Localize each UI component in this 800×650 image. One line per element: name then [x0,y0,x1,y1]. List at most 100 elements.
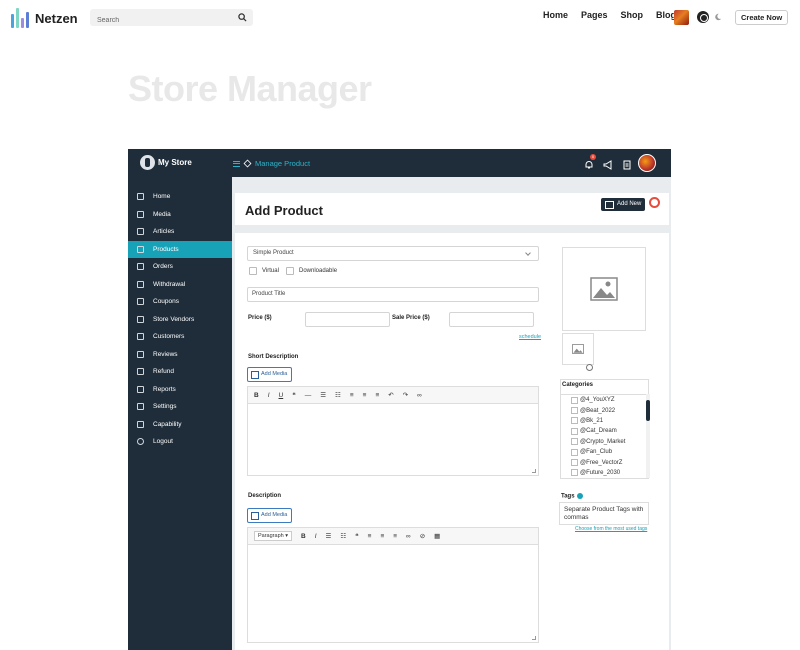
resize-handle[interactable] [532,636,536,640]
nav-pages[interactable]: Pages [581,10,608,20]
quote-icon[interactable]: ❝ [292,391,296,399]
featured-image-placeholder[interactable] [562,247,646,331]
short-description-editor[interactable]: B I U ❝ — ☰ ☷ ≡ ≡ ≡ ↶ ↷ ∞ [247,386,539,476]
bold-icon[interactable]: B [301,533,306,540]
list-item[interactable]: @Cat_Dream [561,426,646,436]
italic-icon[interactable]: I [315,533,317,540]
add-media-button-2[interactable]: Add Media [247,508,293,523]
sidebar-item-capability[interactable]: Capability [128,416,232,434]
horizontal-rule-icon[interactable]: — [305,392,312,399]
schedule-link[interactable]: schedule [519,334,541,340]
monitor-icon [137,193,144,201]
bullet-list-icon[interactable]: ☰ [326,532,332,540]
underline-icon[interactable]: U [279,392,284,399]
help-icon[interactable] [576,493,583,499]
add-new-button[interactable]: Add New [601,198,646,211]
category-label: @4_YouXYZ [580,397,615,404]
megaphone-icon[interactable] [603,157,613,170]
checkbox-box[interactable] [571,448,578,456]
sidebar-item-reports[interactable]: Reports [128,381,232,399]
link-icon[interactable]: ∞ [417,392,422,399]
search-icon[interactable] [238,13,247,22]
paragraph-select[interactable]: Paragraph ▾ [254,531,292,541]
checkbox-box[interactable] [249,267,257,275]
sale-price-input[interactable] [449,312,534,327]
resize-handle[interactable] [532,469,536,473]
checkbox-box[interactable] [571,417,578,425]
bullet-list-icon[interactable]: ☰ [320,391,326,399]
breadcrumb[interactable]: Manage Product [233,159,310,168]
sidebar-item-products[interactable]: Products [128,240,232,258]
list-item[interactable]: @Future_2030 [561,468,646,478]
sidebar-item-store-vendors[interactable]: Store Vendors [128,311,232,329]
unlink-icon[interactable]: ⊘ [420,532,425,540]
align-center-icon[interactable]: ≡ [363,392,367,399]
gallery-image-placeholder[interactable] [562,333,594,365]
align-left-icon[interactable]: ≡ [368,533,372,540]
sidebar-item-refund[interactable]: Refund [128,363,232,381]
description-editor[interactable]: Paragraph ▾ B I ☰ ☷ ❝ ≡ ≡ ≡ ∞ ⊘ ▦ [247,527,539,643]
numbered-list-icon[interactable]: ☷ [340,532,346,540]
sidebar-item-articles[interactable]: Articles [128,223,232,241]
italic-icon[interactable]: I [268,392,270,399]
most-used-tags-link[interactable]: Choose from the most used tags [575,526,647,532]
sidebar-item-settings[interactable]: Settings [128,398,232,416]
sidebar-item-logout[interactable]: Logout [128,433,232,451]
checkbox-box[interactable] [571,407,578,415]
nav-shop[interactable]: Shop [621,10,644,20]
bell-icon[interactable]: 0 [584,154,596,169]
checkbox-box[interactable] [571,438,578,446]
create-now-button[interactable]: Create Now [735,10,789,25]
search-input[interactable] [90,12,230,29]
product-title-input[interactable]: Product Title [247,287,539,302]
list-item[interactable]: @4_YouXYZ [561,395,646,405]
add-media-button[interactable]: Add Media [247,367,293,382]
user-avatar[interactable] [674,10,689,25]
checkbox-box[interactable] [571,427,578,435]
categories-scrollbar[interactable] [646,394,650,478]
product-type-select[interactable]: Simple Product [247,246,539,261]
app-topbar: My Store Manage Product 0 [128,149,671,177]
quote-icon[interactable]: ❝ [355,532,359,540]
link-icon[interactable]: ∞ [406,533,411,540]
virtual-checkbox[interactable]: Virtual [249,267,279,275]
sidebar-item-media[interactable]: Media [128,206,232,224]
undo-icon[interactable]: ↶ [388,391,393,399]
redo-icon[interactable]: ↷ [403,391,408,399]
align-center-icon[interactable]: ≡ [380,533,384,540]
nav-home[interactable]: Home [543,10,568,20]
checkbox-box[interactable] [571,396,578,404]
sidebar-item-coupons[interactable]: Coupons [128,293,232,311]
list-item[interactable]: @Fan_Club [561,447,646,457]
vendor-avatar[interactable] [638,154,656,172]
numbered-list-icon[interactable]: ☷ [335,391,341,399]
list-item[interactable]: @Crypto_Market [561,437,646,447]
checkbox-box[interactable] [571,459,578,467]
list-item[interactable]: @Free_VectorZ [561,457,646,467]
align-left-icon[interactable]: ≡ [350,392,354,399]
price-input[interactable] [305,312,390,327]
sidebar-item-orders[interactable]: Orders [128,258,232,276]
align-right-icon[interactable]: ≡ [393,533,397,540]
checkbox-box[interactable] [286,267,294,275]
wordpress-icon[interactable] [649,197,660,208]
theme-toggle[interactable] [697,11,722,23]
align-right-icon[interactable]: ≡ [375,392,379,399]
checkbox-box[interactable] [571,469,578,477]
bold-icon[interactable]: B [254,392,259,399]
sidebar-item-reviews[interactable]: Reviews [128,346,232,364]
list-item[interactable]: @Bk_21 [561,416,646,426]
add-gallery-icon[interactable] [586,364,593,371]
clipboard-icon[interactable] [622,157,632,170]
downloadable-checkbox[interactable]: Downloadable [286,267,337,275]
category-label: @Future_2030 [580,469,621,476]
logo[interactable]: Netzen [11,8,78,28]
sidebar-item-withdrawal[interactable]: Withdrawal [128,276,232,294]
sidebar-item-customers[interactable]: Customers [128,328,232,346]
menu-icon[interactable] [233,160,240,167]
tags-input[interactable]: Separate Product Tags with commas [559,502,649,525]
cart-icon [137,263,144,271]
list-item[interactable]: @Beat_2022 [561,405,646,415]
sidebar-item-home[interactable]: Home [128,188,232,206]
toolbar-toggle-icon[interactable]: ▦ [434,532,440,540]
